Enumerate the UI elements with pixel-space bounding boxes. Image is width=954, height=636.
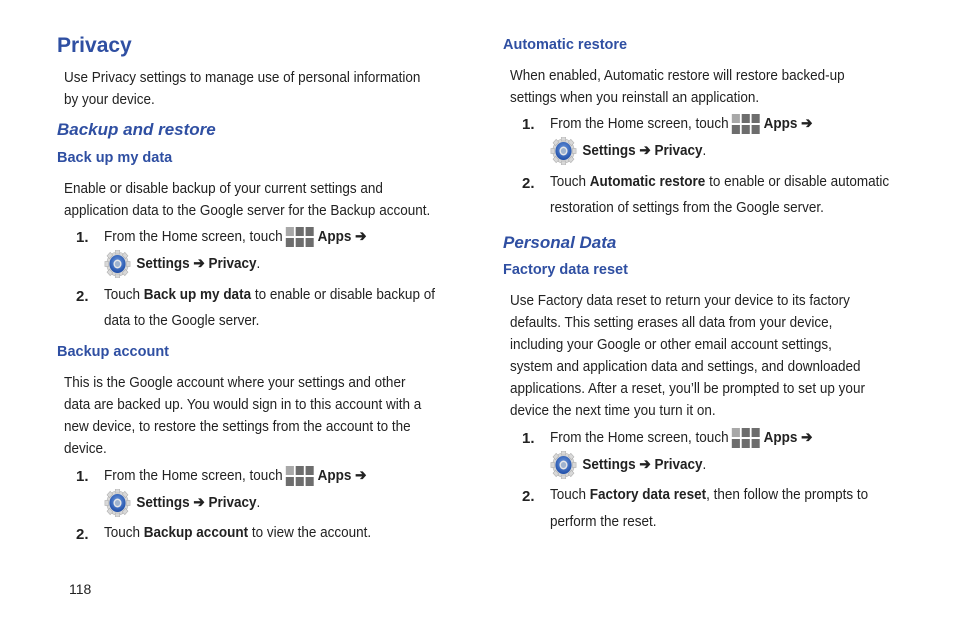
body-line: Use Factory data reset to return your de… (510, 292, 850, 309)
body-line: application data to the Google server fo… (64, 202, 431, 219)
subheading-back-up-my-data: Back up my data (57, 150, 173, 166)
step-1-settings: Settings ➔ Privacy. (104, 489, 260, 517)
step-bold: Automatic restore (589, 173, 706, 190)
body-line: This is the Google account where your se… (64, 374, 406, 391)
section-heading-backup-restore: Backup and restore (57, 120, 216, 139)
settings-gear-icon (104, 250, 131, 278)
arrow-icon: ➔ (355, 467, 367, 484)
period: . (702, 141, 707, 159)
body-line: When enabled, Automatic restore will res… (510, 67, 845, 84)
period: . (702, 455, 707, 473)
step-number: 2. (76, 526, 89, 543)
step-2-line-2: data to the Google server. (104, 312, 260, 329)
apps-label: Apps (763, 429, 798, 446)
step-1-text: From the Home screen, touch Apps ➔ (550, 113, 813, 135)
step-text: From the Home screen, touch (104, 467, 283, 484)
page-title: Privacy (57, 34, 132, 57)
step-text: From the Home screen, touch (104, 228, 283, 245)
apps-label: Apps (763, 115, 798, 132)
subheading-backup-account: Backup account (57, 344, 169, 360)
step-1-text: From the Home screen, touch Apps ➔ (550, 427, 813, 449)
step-text: to enable or disable automatic (705, 173, 890, 190)
settings-path: Settings ➔ Privacy (582, 455, 703, 473)
arrow-icon: ➔ (801, 115, 813, 132)
body-line: data are backed up. You would sign in to… (64, 396, 422, 413)
body-line: including your Google or other email acc… (510, 336, 832, 353)
settings-gear-icon (104, 489, 131, 517)
step-number: 2. (76, 288, 89, 305)
page-number: 118 (69, 581, 92, 597)
settings-gear-icon (550, 451, 577, 479)
body-line: applications. After a reset, you’ll be p… (510, 380, 865, 397)
step-text: , then follow the prompts to (706, 486, 869, 503)
settings-path: Settings ➔ Privacy (136, 493, 257, 511)
step-2-line-2: perform the reset. (550, 513, 657, 530)
step-number: 1. (522, 430, 535, 447)
settings-gear-icon (550, 137, 577, 165)
subheading-factory-data-reset: Factory data reset (503, 262, 628, 278)
step-number: 2. (522, 175, 535, 192)
apps-grid-icon (732, 114, 761, 135)
step-text: Touch (550, 486, 590, 503)
body-line: defaults. This setting erases all data f… (510, 314, 833, 331)
step-text: From the Home screen, touch (550, 115, 729, 132)
body-line: system and application data and settings… (510, 358, 861, 375)
intro-line-1: Use Privacy settings to manage use of pe… (64, 69, 421, 86)
step-text: to enable or disable backup of (251, 286, 435, 303)
intro-line-2: by your device. (64, 91, 155, 108)
apps-grid-icon (286, 227, 315, 248)
body-line: Enable or disable backup of your current… (64, 180, 383, 197)
step-bold: Factory data reset (589, 486, 707, 503)
step-text: From the Home screen, touch (550, 429, 729, 446)
apps-label: Apps (317, 228, 352, 245)
step-number: 2. (522, 488, 535, 505)
apps-grid-icon (732, 428, 761, 449)
period: . (256, 493, 261, 511)
settings-path: Settings ➔ Privacy (136, 254, 257, 272)
step-1-settings: Settings ➔ Privacy. (104, 250, 260, 278)
step-bold: Back up my data (143, 286, 252, 303)
body-line: new device, to restore the settings from… (64, 418, 411, 435)
step-text: Touch (104, 524, 144, 541)
step-2-line-2: restoration of settings from the Google … (550, 199, 824, 216)
body-line: device. (64, 440, 107, 457)
settings-path: Settings ➔ Privacy (582, 141, 703, 159)
step-number: 1. (76, 468, 89, 485)
body-line: settings when you reinstall an applicati… (510, 89, 760, 106)
step-2-text: Touch Back up my data to enable or disab… (104, 284, 435, 306)
step-2-text: Touch Backup account to view the account… (104, 522, 371, 544)
subheading-automatic-restore: Automatic restore (503, 37, 628, 53)
step-1-settings: Settings ➔ Privacy. (550, 137, 706, 165)
arrow-icon: ➔ (355, 228, 367, 245)
body-line: device the next time you turn it on. (510, 402, 716, 419)
step-text: to view the account. (248, 524, 372, 541)
step-text: Touch (104, 286, 144, 303)
step-number: 1. (76, 229, 89, 246)
period: . (256, 254, 261, 272)
apps-grid-icon (286, 466, 315, 487)
arrow-icon: ➔ (801, 429, 813, 446)
section-heading-personal-data: Personal Data (503, 233, 617, 252)
step-bold: Backup account (143, 524, 249, 541)
step-2-text: Touch Factory data reset, then follow th… (550, 484, 868, 506)
step-2-text: Touch Automatic restore to enable or dis… (550, 171, 889, 193)
step-1-text: From the Home screen, touch Apps ➔ (104, 465, 367, 487)
step-1-text: From the Home screen, touch Apps ➔ (104, 226, 367, 248)
step-1-settings: Settings ➔ Privacy. (550, 451, 706, 479)
step-text: Touch (550, 173, 590, 190)
step-number: 1. (522, 116, 535, 133)
apps-label: Apps (317, 467, 352, 484)
